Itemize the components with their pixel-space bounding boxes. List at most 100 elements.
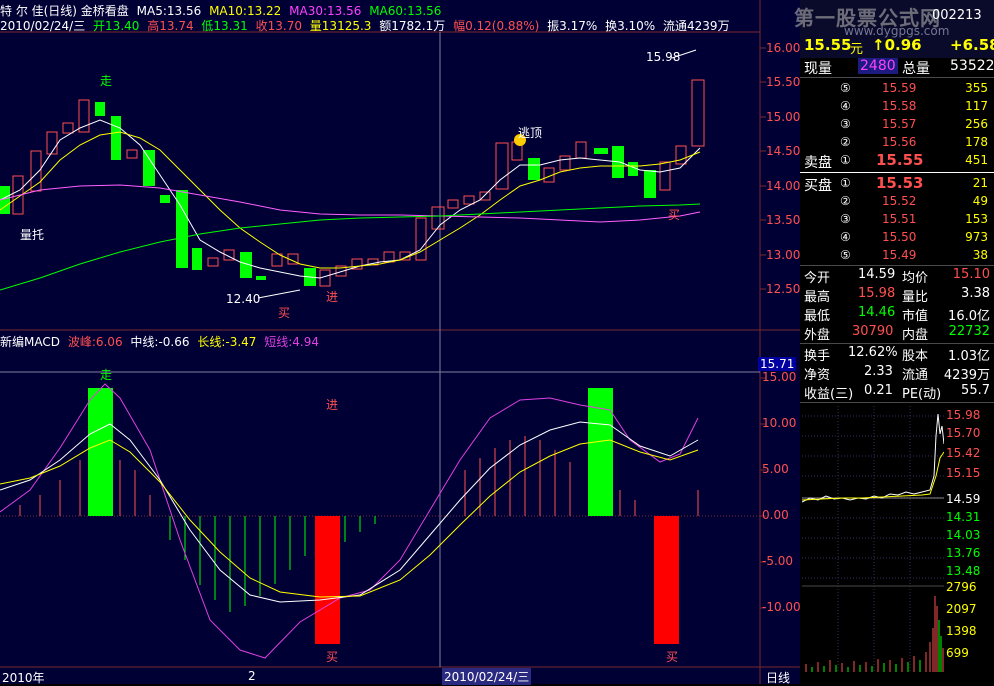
macd-axis: 15.00 10.00 5.00 0.00 -5.00 -10.00 <box>762 370 801 620</box>
macd-tick-label: 10.00 <box>762 416 797 430</box>
candle <box>594 148 608 154</box>
intraday-chart[interactable] <box>802 406 944 672</box>
price-tick-label: 14.00 <box>766 179 801 193</box>
stat-label: 量比 <box>902 290 929 305</box>
order-price: 15.55 <box>876 151 924 169</box>
stat-value: 22732 <box>948 324 990 339</box>
candle <box>575 141 587 159</box>
sell-order-row[interactable]: ④ 15.58 117 <box>802 98 992 116</box>
order-volume: 355 <box>965 81 988 95</box>
intraday-tick-label: 14.31 <box>946 510 981 524</box>
buy-order-row[interactable]: ② 15.52 49 <box>802 193 992 211</box>
macd-signal-block <box>315 516 340 644</box>
price-change: ↑0.96 <box>872 36 922 54</box>
stock-code: 002213 <box>932 8 982 23</box>
volume-tick-label: 1398 <box>946 624 977 638</box>
candle <box>111 116 121 160</box>
sell-order-row[interactable]: ③ 15.57 256 <box>802 116 992 134</box>
order-idx: ① <box>840 176 851 190</box>
candle <box>559 155 571 171</box>
candle <box>271 253 283 267</box>
stat-value: 14.46 <box>858 305 896 320</box>
price-change-pct: +6.58 <box>950 36 994 54</box>
order-price: 15.57 <box>882 117 917 131</box>
stat-value: 30790 <box>852 324 894 339</box>
stat-row: 换手 12.62% 股本 1.03亿 <box>802 345 992 364</box>
separator <box>800 343 994 344</box>
chart-area[interactable]: 特 尔 佳(日线) 金桥看盘 MA5:13.56 MA10:13.22 MA30… <box>0 0 801 686</box>
buy-signal-label: 买 <box>278 306 291 320</box>
buy-label: 买盘 <box>804 178 832 194</box>
stat-label: PE(动) <box>902 387 942 402</box>
macd-title: 新编MACD <box>0 335 60 349</box>
buy-order-row[interactable]: 买盘 ① 15.53 21 <box>802 174 992 194</box>
sell-order-row[interactable]: 卖盘 ① 15.55 451 <box>802 151 992 171</box>
candle <box>415 217 427 261</box>
candlesticks <box>0 79 705 287</box>
price-tick-label: 15.50 <box>766 75 801 89</box>
macd-short: 短线:4.94 <box>264 335 320 349</box>
order-idx: ① <box>840 153 851 167</box>
volume-tick-label: 2796 <box>946 580 977 594</box>
stat-value: 14.59 <box>858 267 896 282</box>
order-volume: 973 <box>965 230 988 244</box>
stat-row: 收益(三) 0.21 PE(动) 55.7 <box>802 383 992 402</box>
candle <box>192 248 202 270</box>
intraday-tick-label: 15.98 <box>946 408 981 422</box>
current-price: 15.55 <box>804 36 852 54</box>
order-volume: 153 <box>965 212 988 226</box>
order-idx: ② <box>840 194 851 208</box>
stat-label: 外盘 <box>804 328 831 343</box>
stat-value: 4239万 <box>943 368 990 383</box>
stat-value: 55.7 <box>961 383 990 398</box>
sell-label: 卖盘 <box>804 155 832 171</box>
order-volume: 117 <box>965 99 988 113</box>
order-price: 15.56 <box>882 135 917 149</box>
intraday-tick-label: 15.70 <box>946 426 981 440</box>
order-price: 15.49 <box>882 248 917 262</box>
separator <box>800 265 994 266</box>
macd-peak: 波峰:6.06 <box>67 335 123 349</box>
macd-enter-label: 进 <box>326 398 339 412</box>
macd-tick-label: 15.00 <box>762 370 797 384</box>
time-axis-mark: 2 <box>248 669 256 683</box>
stat-value: 3.38 <box>961 286 990 301</box>
low-price-label: 12.40 <box>226 292 261 306</box>
sell-order-row[interactable]: ⑤ 15.59 355 <box>802 80 992 98</box>
total-volume-label: 总量 <box>902 61 930 77</box>
walk-signal-label: 走 <box>100 74 113 88</box>
order-volume: 21 <box>972 176 988 190</box>
separator <box>800 402 994 403</box>
macd-signal-block <box>88 388 113 516</box>
stat-value: 15.98 <box>858 286 896 301</box>
order-idx: ② <box>840 135 851 149</box>
order-price: 15.58 <box>882 99 917 113</box>
stat-row: 净资 2.33 流通 4239万 <box>802 364 992 383</box>
separator <box>800 172 994 173</box>
stat-row: 最高 15.98 量比 3.38 <box>802 286 992 305</box>
buy-order-row[interactable]: ④ 15.50 973 <box>802 229 992 247</box>
candle <box>62 122 74 134</box>
stat-row: 今开 14.59 均价 15.10 <box>802 267 992 286</box>
buy-order-row[interactable]: ③ 15.51 153 <box>802 211 992 229</box>
order-idx: ④ <box>840 230 851 244</box>
order-volume: 178 <box>965 135 988 149</box>
candle <box>95 102 105 116</box>
low-pointer <box>257 289 301 299</box>
stat-label: 收益(三) <box>804 387 854 402</box>
sell-order-row[interactable]: ② 15.56 178 <box>802 134 992 152</box>
macd-tick-label: 5.00 <box>762 462 789 476</box>
macd-header: 新编MACD 波峰:6.06 中线:-0.66 长线:-3.47 短线:4.94 <box>0 333 323 350</box>
period-label[interactable]: 日线 <box>766 669 790 686</box>
price-axis: 16.00 15.50 15.00 14.50 14.00 13.50 13.0… <box>766 40 800 300</box>
order-volume: 38 <box>972 248 988 262</box>
intraday-tick-label: 13.76 <box>946 546 981 560</box>
macd-long: 长线:-3.47 <box>197 335 257 349</box>
buy-signal-label: 买 <box>668 208 681 222</box>
macd-tick-label: -10.00 <box>762 600 801 614</box>
stat-label: 换手 <box>804 349 831 364</box>
support-label: 量托 <box>20 228 45 242</box>
candle <box>691 79 705 147</box>
candle <box>207 257 219 267</box>
buy-order-row[interactable]: ⑤ 15.49 38 <box>802 247 992 265</box>
